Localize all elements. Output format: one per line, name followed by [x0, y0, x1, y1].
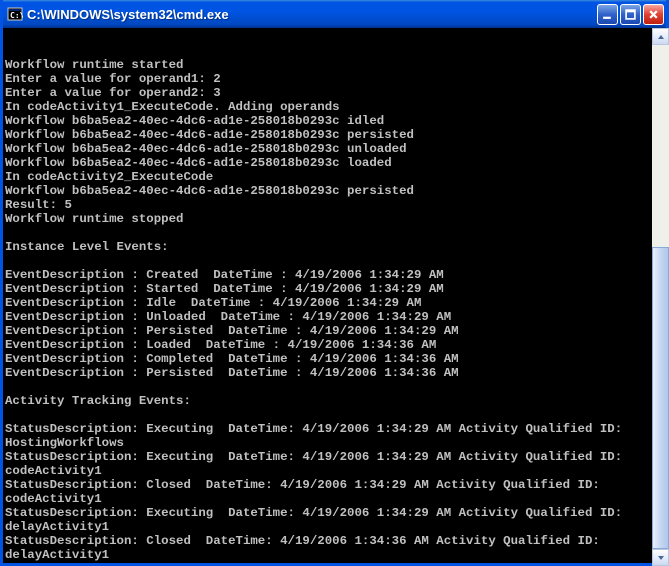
console-window: C:\ C:\WINDOWS\system32\cmd.exe Workflow… — [0, 0, 669, 566]
window-title: C:\WINDOWS\system32\cmd.exe — [27, 7, 597, 22]
close-button[interactable] — [643, 4, 664, 25]
svg-text:C:\: C:\ — [10, 11, 23, 20]
window-controls — [597, 4, 664, 25]
scroll-track[interactable] — [652, 45, 669, 549]
scroll-down-button[interactable] — [652, 549, 669, 566]
scroll-up-button[interactable] — [652, 28, 669, 45]
terminal-output[interactable]: Workflow runtime started Enter a value f… — [3, 28, 666, 563]
titlebar[interactable]: C:\ C:\WINDOWS\system32\cmd.exe — [3, 0, 666, 28]
minimize-button[interactable] — [597, 4, 618, 25]
vertical-scrollbar[interactable] — [652, 28, 669, 566]
scroll-thumb[interactable] — [652, 247, 669, 549]
maximize-button[interactable] — [620, 4, 641, 25]
console-icon: C:\ — [7, 6, 23, 22]
